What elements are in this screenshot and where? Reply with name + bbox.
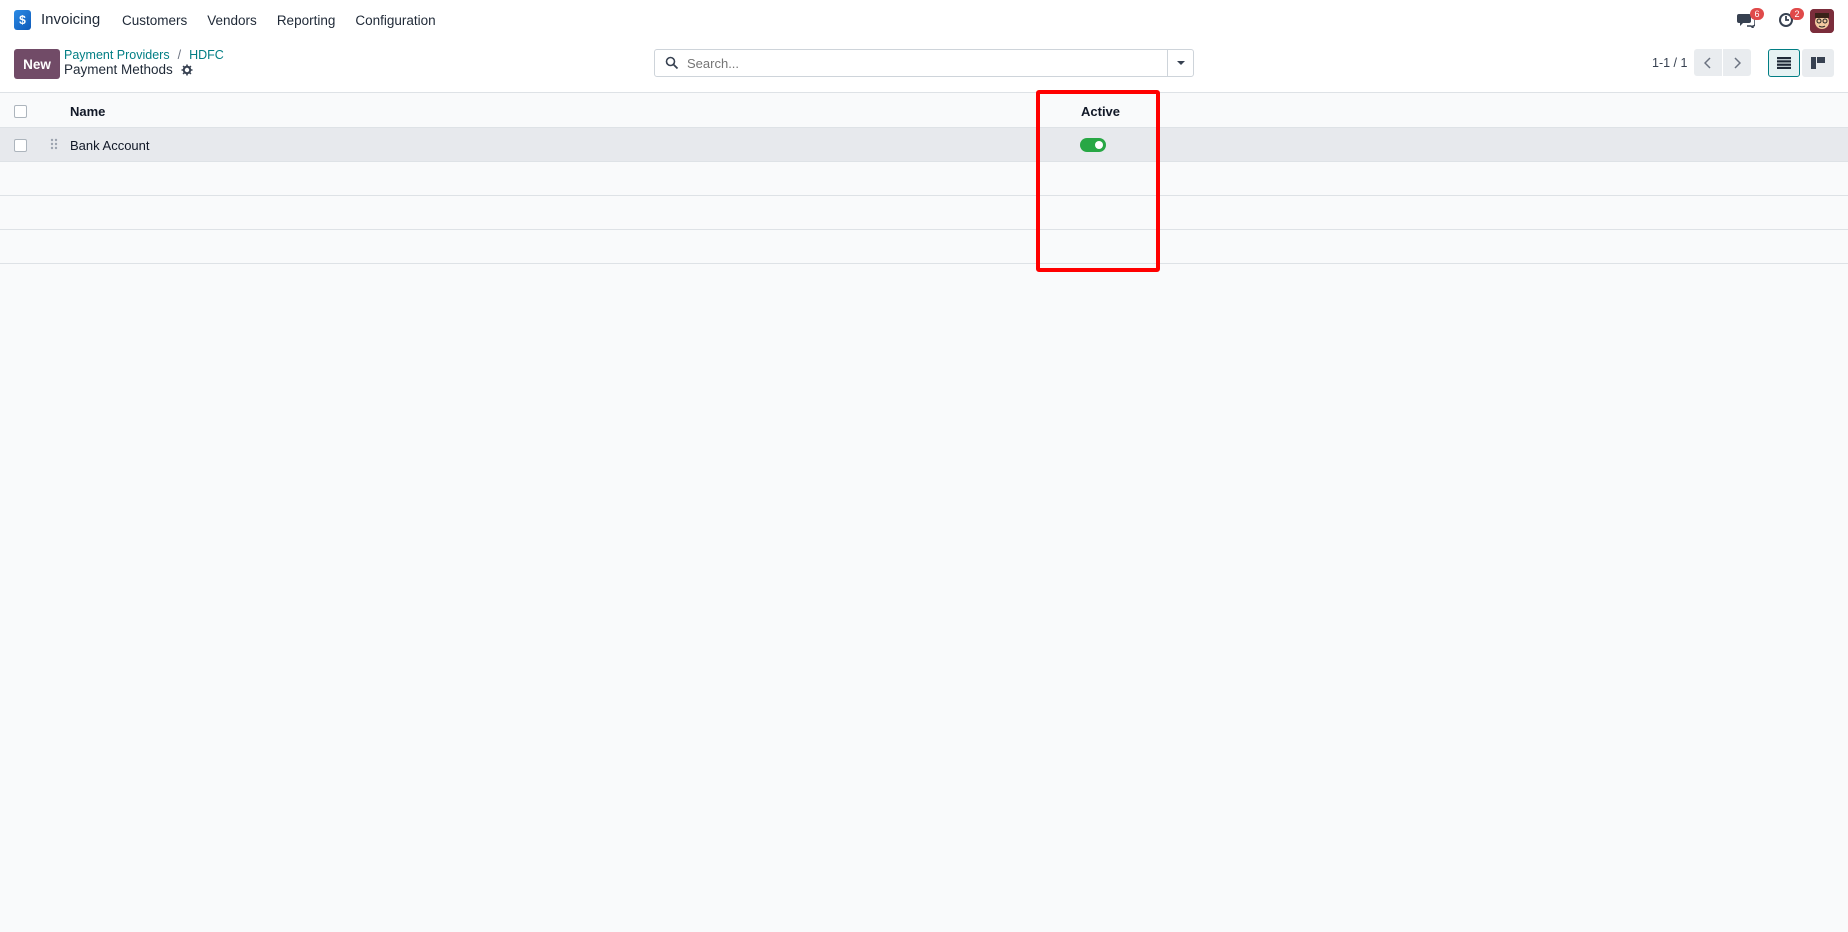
search-icon xyxy=(665,56,679,70)
gear-icon[interactable] xyxy=(181,64,193,76)
kanban-view-button[interactable] xyxy=(1802,49,1834,77)
table-header-row: Name Active xyxy=(0,94,1848,128)
systray: 6 2 xyxy=(1708,0,1848,40)
pager-previous-button[interactable] xyxy=(1694,49,1722,76)
caret-down-icon xyxy=(1176,61,1185,65)
invoicing-app-icon[interactable]: $ xyxy=(14,10,31,30)
menu-configuration[interactable]: Configuration xyxy=(355,13,435,28)
page-title-wrapper: Payment Methods xyxy=(64,62,193,77)
list-table: Name Active Bank Account xyxy=(0,94,1848,264)
pager-value[interactable]: 1-1 / 1 xyxy=(1652,56,1687,70)
drag-handle-icon[interactable] xyxy=(49,138,59,152)
breadcrumb-hdfc[interactable]: HDFC xyxy=(189,48,224,62)
highlight-box xyxy=(1036,90,1160,272)
main-menu: Customers Vendors Reporting Configuratio… xyxy=(122,0,456,40)
top-navbar: $ Invoicing Customers Vendors Reporting … xyxy=(0,0,1848,40)
list-view-button[interactable] xyxy=(1768,49,1800,77)
messages-badge: 6 xyxy=(1750,8,1764,20)
control-panel: New Payment Providers / HDFC Payment Met… xyxy=(0,40,1848,93)
column-header-name[interactable]: Name xyxy=(70,104,105,119)
page-title: Payment Methods xyxy=(64,62,173,77)
menu-reporting[interactable]: Reporting xyxy=(277,13,336,28)
pager-next-button[interactable] xyxy=(1723,49,1751,76)
chevron-right-icon xyxy=(1734,56,1741,69)
search-box xyxy=(654,49,1194,77)
kanban-view-icon xyxy=(1811,57,1825,69)
list-view-icon xyxy=(1777,57,1791,69)
search-input[interactable] xyxy=(679,50,1167,76)
user-avatar[interactable] xyxy=(1810,9,1834,33)
breadcrumb-payment-providers[interactable]: Payment Providers xyxy=(64,48,170,62)
chevron-left-icon xyxy=(1704,56,1711,69)
breadcrumb: Payment Providers / HDFC xyxy=(64,48,224,62)
empty-row xyxy=(0,230,1848,264)
app-name[interactable]: Invoicing xyxy=(41,11,100,28)
search-options-toggle[interactable] xyxy=(1167,50,1193,76)
select-all-checkbox[interactable] xyxy=(14,105,27,118)
row-checkbox[interactable] xyxy=(14,139,27,152)
new-button[interactable]: New xyxy=(14,49,60,79)
menu-vendors[interactable]: Vendors xyxy=(207,13,257,28)
cell-name: Bank Account xyxy=(70,138,150,153)
activities-badge: 2 xyxy=(1790,8,1804,20)
empty-row xyxy=(0,196,1848,230)
empty-row xyxy=(0,162,1848,196)
menu-customers[interactable]: Customers xyxy=(122,13,187,28)
table-row[interactable]: Bank Account xyxy=(0,128,1848,162)
breadcrumb-separator: / xyxy=(177,48,182,62)
